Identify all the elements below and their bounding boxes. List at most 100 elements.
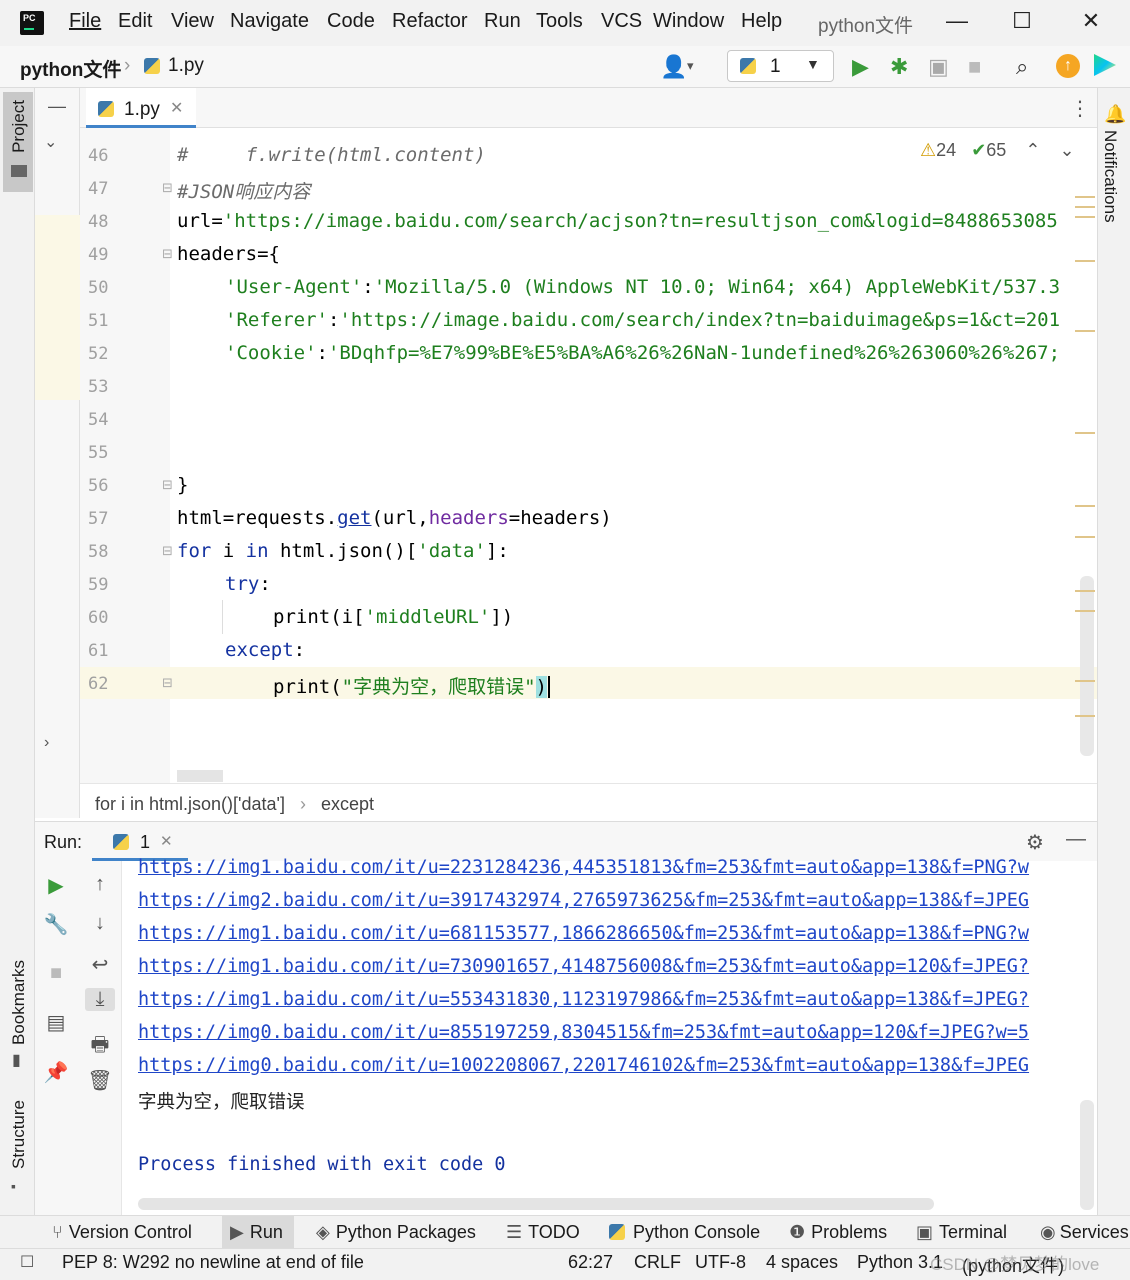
structure-icon: ▪ bbox=[11, 1178, 16, 1194]
tool-python-console[interactable]: Python Console bbox=[609, 1222, 760, 1243]
menu-run[interactable]: Run bbox=[484, 10, 521, 33]
stop-icon[interactable]: ■ bbox=[968, 54, 981, 80]
code-keyword: except bbox=[225, 639, 294, 661]
update-icon[interactable]: ↑ bbox=[1056, 54, 1080, 78]
status-message[interactable]: PEP 8: W292 no newline at end of file bbox=[62, 1252, 364, 1273]
maximize-button[interactable]: ☐ bbox=[1007, 8, 1037, 34]
stop-icon[interactable]: ■ bbox=[41, 962, 71, 985]
code-string: 'Cookie' bbox=[225, 342, 317, 364]
horizontal-scrollbar[interactable] bbox=[177, 770, 223, 782]
console-link[interactable]: https://img1.baidu.com/it/u=2231284236,4… bbox=[138, 857, 1029, 878]
menu-tools[interactable]: Tools bbox=[536, 10, 583, 33]
menu-help[interactable]: Help bbox=[741, 10, 782, 33]
tool-version-control[interactable]: ⑂ Version Control bbox=[52, 1222, 192, 1243]
breadcrumb: for i in html.json()['data'] › except bbox=[95, 794, 374, 815]
scroll-to-end-icon[interactable]: ⤓ bbox=[85, 988, 115, 1011]
menu-edit[interactable]: Edit bbox=[118, 10, 152, 33]
close-window-button[interactable]: ✕ bbox=[1076, 8, 1106, 34]
console-link[interactable]: https://img1.baidu.com/it/u=730901657,41… bbox=[138, 956, 1029, 977]
search-icon[interactable]: ⌕ bbox=[1016, 54, 1028, 80]
layout-icon[interactable]: ▤ bbox=[41, 1010, 71, 1035]
editor-scrollbar[interactable] bbox=[1080, 576, 1094, 756]
code-function: get bbox=[337, 507, 372, 529]
line-number: 47 bbox=[88, 179, 109, 199]
print-icon[interactable]: 🖶 bbox=[85, 1030, 115, 1064]
problems-icon: ❶ bbox=[789, 1222, 806, 1242]
arrow-up-icon[interactable]: ↑ bbox=[85, 873, 115, 896]
structure-tab[interactable]: Structure bbox=[9, 1100, 29, 1169]
tool-services[interactable]: ◉ Services bbox=[1040, 1222, 1129, 1243]
inspection-widget[interactable]: ⚠24 ✔65 ⌃ ⌄ bbox=[920, 140, 1075, 161]
chevron-down-icon[interactable]: ⌄ bbox=[44, 132, 57, 152]
nav-crumb-file[interactable]: 1.py bbox=[168, 55, 204, 77]
file-encoding[interactable]: UTF-8 bbox=[695, 1252, 746, 1273]
chevron-right-icon[interactable]: › bbox=[44, 734, 49, 752]
fold-icon[interactable]: ⊟ bbox=[162, 180, 173, 196]
coverage-icon[interactable]: ▣ bbox=[928, 54, 949, 80]
trash-icon[interactable]: 🗑 bbox=[85, 1068, 115, 1093]
console-link[interactable]: https://img1.baidu.com/it/u=553431830,11… bbox=[138, 989, 1029, 1010]
tool-problems[interactable]: ❶ Problems bbox=[789, 1222, 887, 1243]
fold-icon[interactable]: ⊟ bbox=[162, 477, 173, 493]
close-tab-icon[interactable]: ✕ bbox=[160, 832, 173, 850]
indent-setting[interactable]: 4 spaces bbox=[766, 1252, 838, 1273]
python-console-icon bbox=[609, 1224, 625, 1240]
code-token: print(i[ bbox=[273, 606, 365, 628]
menu-refactor[interactable]: Refactor bbox=[392, 10, 468, 33]
caret-position[interactable]: 62:27 bbox=[568, 1252, 613, 1273]
pin-icon[interactable]: 📌 bbox=[41, 1060, 71, 1085]
menu-navigate[interactable]: Navigate bbox=[230, 10, 309, 33]
fold-icon[interactable]: ⊟ bbox=[162, 543, 173, 559]
code-token: : bbox=[259, 573, 271, 595]
editor-tab-label: 1.py bbox=[124, 99, 160, 120]
console-link[interactable]: https://img1.baidu.com/it/u=681153577,18… bbox=[138, 923, 1029, 944]
gear-icon[interactable]: ⚙ bbox=[1026, 830, 1044, 855]
tool-terminal[interactable]: ▣ Terminal bbox=[916, 1222, 1007, 1243]
notifications-tab[interactable]: Notifications bbox=[1100, 130, 1120, 223]
menu-view[interactable]: View bbox=[171, 10, 214, 33]
folder-icon bbox=[11, 165, 27, 177]
nav-crumb-project[interactable]: python文件 bbox=[20, 55, 121, 82]
rerun-icon[interactable]: ▶ bbox=[41, 873, 71, 898]
menu-label: Window bbox=[653, 10, 725, 32]
run-config-label: 1 bbox=[770, 56, 781, 77]
minimize-button[interactable]: — bbox=[942, 8, 972, 34]
console-horizontal-scrollbar[interactable] bbox=[138, 1198, 934, 1210]
console-link[interactable]: https://img0.baidu.com/it/u=855197259,83… bbox=[138, 1022, 1029, 1043]
arrow-down-icon[interactable]: ↓ bbox=[85, 912, 115, 935]
collapse-panel-icon[interactable]: — bbox=[48, 96, 66, 117]
status-toggle-icon[interactable]: ☐ bbox=[20, 1252, 34, 1272]
fold-icon[interactable]: ⊟ bbox=[162, 246, 173, 262]
run-icon[interactable]: ▶ bbox=[852, 54, 869, 80]
breadcrumb-item[interactable]: for i in html.json()['data'] bbox=[95, 794, 285, 814]
menu-code[interactable]: Code bbox=[327, 10, 375, 33]
tool-run[interactable]: ▶ Run bbox=[230, 1222, 283, 1243]
close-tab-icon[interactable]: ✕ bbox=[170, 98, 183, 118]
python-config-icon bbox=[740, 58, 756, 74]
fold-icon[interactable]: ⊟ bbox=[162, 675, 173, 691]
console-scrollbar[interactable] bbox=[1080, 1100, 1094, 1210]
console-link[interactable]: https://img0.baidu.com/it/u=1002208067,2… bbox=[138, 1055, 1029, 1076]
tool-python-packages[interactable]: ◈ Python Packages bbox=[316, 1222, 476, 1243]
bookmarks-tab[interactable]: Bookmarks bbox=[9, 960, 29, 1045]
breadcrumb-item[interactable]: except bbox=[321, 794, 374, 814]
tool-todo[interactable]: ☰ TODO bbox=[506, 1222, 580, 1243]
code-string: 'https://image.baidu.com/search/index?tn… bbox=[339, 309, 1061, 331]
chevron-down-icon[interactable]: ⌄ bbox=[1059, 140, 1074, 160]
menu-file[interactable]: File bbox=[69, 10, 101, 33]
user-icon[interactable]: 👤 bbox=[660, 54, 687, 80]
hide-panel-icon[interactable]: — bbox=[1066, 828, 1086, 851]
line-separator[interactable]: CRLF bbox=[634, 1252, 681, 1273]
code-token: ]) bbox=[490, 606, 514, 628]
menu-window[interactable]: Window bbox=[653, 10, 724, 33]
tool-label: Version Control bbox=[68, 1222, 192, 1242]
tool-label: Services bbox=[1059, 1222, 1129, 1242]
console-link[interactable]: https://img2.baidu.com/it/u=3917432974,2… bbox=[138, 890, 1029, 911]
user-dropdown-icon[interactable]: ▾ bbox=[687, 58, 694, 74]
chevron-up-icon[interactable]: ⌃ bbox=[1025, 140, 1040, 160]
soft-wrap-icon[interactable]: ↩ bbox=[85, 952, 115, 977]
menu-vcs[interactable]: VCS bbox=[601, 10, 642, 33]
wrench-icon[interactable]: 🔧 bbox=[41, 912, 71, 937]
debug-icon[interactable]: ✱ bbox=[890, 54, 908, 80]
more-options-icon[interactable]: ⋮ bbox=[1070, 96, 1090, 121]
